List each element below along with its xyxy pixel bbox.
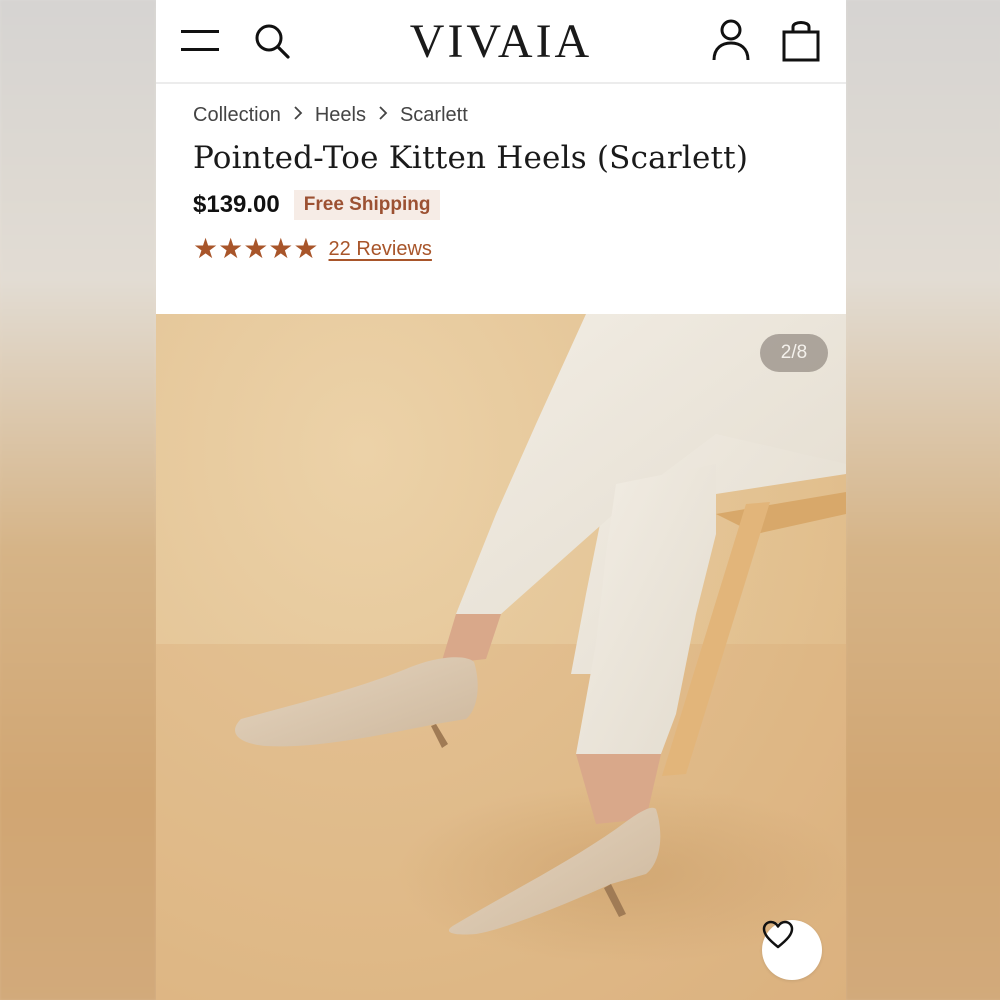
site-header: VIVAIA	[156, 0, 846, 84]
breadcrumb: Collection Heels Scarlett	[193, 100, 813, 130]
image-counter: 2/8	[760, 334, 828, 372]
breadcrumb-scarlett: Scarlett	[399, 103, 468, 126]
product-price: $139.00	[193, 191, 280, 218]
star-rating: ★★★★★	[193, 233, 319, 264]
breadcrumb-collection[interactable]: Collection	[193, 104, 281, 127]
wishlist-button[interactable]	[762, 920, 822, 980]
product-title: Pointed-Toe Kitten Heels (Scarlett)	[193, 140, 749, 176]
product-photo	[156, 314, 846, 1000]
product-image-gallery[interactable]: 2/8	[156, 314, 846, 1000]
breadcrumb-heels[interactable]: Heels	[315, 104, 366, 127]
product-info: Collection Heels Scarlett Pointed-Toe Ki…	[193, 100, 813, 264]
rating-row: ★★★★★ 22 Reviews	[193, 234, 813, 264]
reviews-link[interactable]: 22 Reviews	[329, 238, 432, 261]
background-right	[846, 0, 1000, 1000]
chevron-right-icon	[293, 104, 303, 127]
chevron-right-icon	[378, 104, 388, 127]
account-icon[interactable]	[708, 16, 754, 64]
background-left	[0, 0, 156, 1000]
price-row: $139.00 Free Shipping	[193, 188, 813, 222]
heart-icon	[762, 920, 794, 949]
free-shipping-badge: Free Shipping	[293, 190, 441, 220]
bag-icon[interactable]	[778, 16, 824, 64]
product-page: VIVAIA Collection Heels Scarlett Pointed…	[156, 0, 846, 1000]
